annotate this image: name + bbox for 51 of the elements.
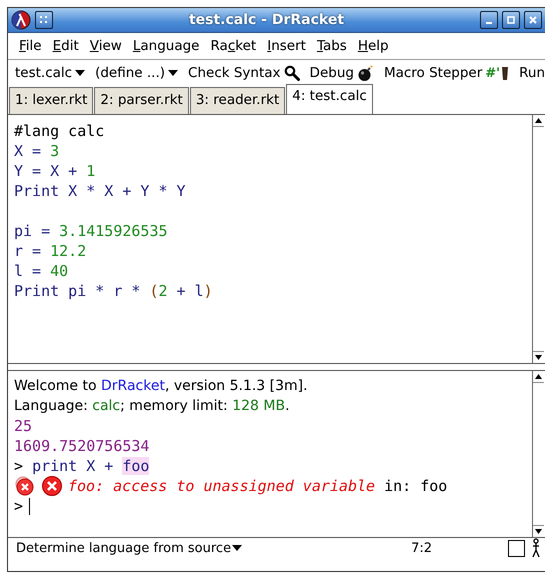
code-line: l = 40 bbox=[14, 261, 70, 281]
maximize-button[interactable] bbox=[502, 11, 520, 29]
caret-icon bbox=[75, 70, 86, 76]
repl-text: Welcome to DrRacket, version 5.1.3 [3m]. bbox=[14, 377, 308, 396]
result-value: 1609.7520756534 bbox=[14, 436, 150, 456]
result-value: 25 bbox=[14, 416, 32, 436]
menu-item[interactable]: Language bbox=[128, 36, 204, 56]
cursor-position: 7:2 bbox=[411, 540, 432, 556]
code-line: X = 3 bbox=[14, 141, 60, 161]
toolbar-button[interactable]: Run bbox=[515, 64, 545, 82]
minimize-button[interactable] bbox=[480, 11, 498, 29]
menu-item[interactable]: Insert bbox=[262, 36, 311, 56]
status-indicator-box bbox=[508, 540, 525, 556]
walking-person-icon bbox=[531, 538, 541, 558]
app-logo-icon bbox=[11, 10, 31, 30]
code-line: Y = X + 1 bbox=[14, 161, 96, 181]
text-cursor bbox=[29, 498, 30, 514]
code-line: pi = 3.1415926535 bbox=[14, 221, 169, 241]
language-dropdown[interactable]: Determine language from source bbox=[16, 540, 242, 556]
file-tab[interactable]: 1: lexer.rkt bbox=[9, 87, 94, 114]
error-icon[interactable] bbox=[40, 475, 64, 497]
file-tab[interactable]: 2: parser.rkt bbox=[94, 87, 189, 114]
magnifier-icon bbox=[284, 65, 300, 81]
repl-text: Language: calc; memory limit: 128 MB. bbox=[14, 397, 290, 416]
close-button[interactable] bbox=[524, 11, 542, 29]
toolbar-button[interactable]: Check Syntax bbox=[184, 65, 304, 81]
code-line: Print X * X + Y * Y bbox=[14, 181, 187, 201]
file-tab[interactable]: 3: reader.rkt bbox=[190, 87, 286, 114]
menu-item[interactable]: File bbox=[14, 36, 47, 56]
scrollbar[interactable] bbox=[532, 115, 545, 363]
bomb-icon bbox=[356, 64, 374, 82]
menu-item[interactable]: Edit bbox=[48, 36, 84, 56]
caret-icon bbox=[168, 70, 178, 76]
scrollbar[interactable] bbox=[532, 371, 545, 537]
menu-item[interactable]: Racket bbox=[205, 36, 262, 56]
menu-item[interactable]: Tabs bbox=[312, 36, 352, 56]
toolbar-button[interactable]: Debug bbox=[306, 64, 378, 82]
dropdown-button[interactable]: test.calc bbox=[11, 65, 90, 81]
code-line: #lang calc bbox=[14, 121, 106, 141]
window-title: test.calc - DrRacket bbox=[188, 12, 346, 28]
dropdown-button[interactable]: (define ...) bbox=[91, 65, 182, 81]
file-tab[interactable]: 4: test.calc bbox=[286, 84, 373, 114]
repl-prompt: > bbox=[14, 496, 24, 516]
code-line: r = 12.2 bbox=[14, 241, 88, 261]
error-message: foo: access to unassigned variable in: foo bbox=[68, 476, 448, 496]
caret-icon bbox=[232, 545, 242, 551]
menu-item[interactable]: View bbox=[84, 36, 127, 56]
toolbar-button[interactable]: Macro Stepper #' bbox=[380, 65, 514, 81]
code-line: Print pi * r * (2 + l) bbox=[14, 281, 214, 301]
menu-item[interactable]: Help bbox=[352, 36, 394, 56]
window-menu-button[interactable] bbox=[35, 11, 53, 29]
